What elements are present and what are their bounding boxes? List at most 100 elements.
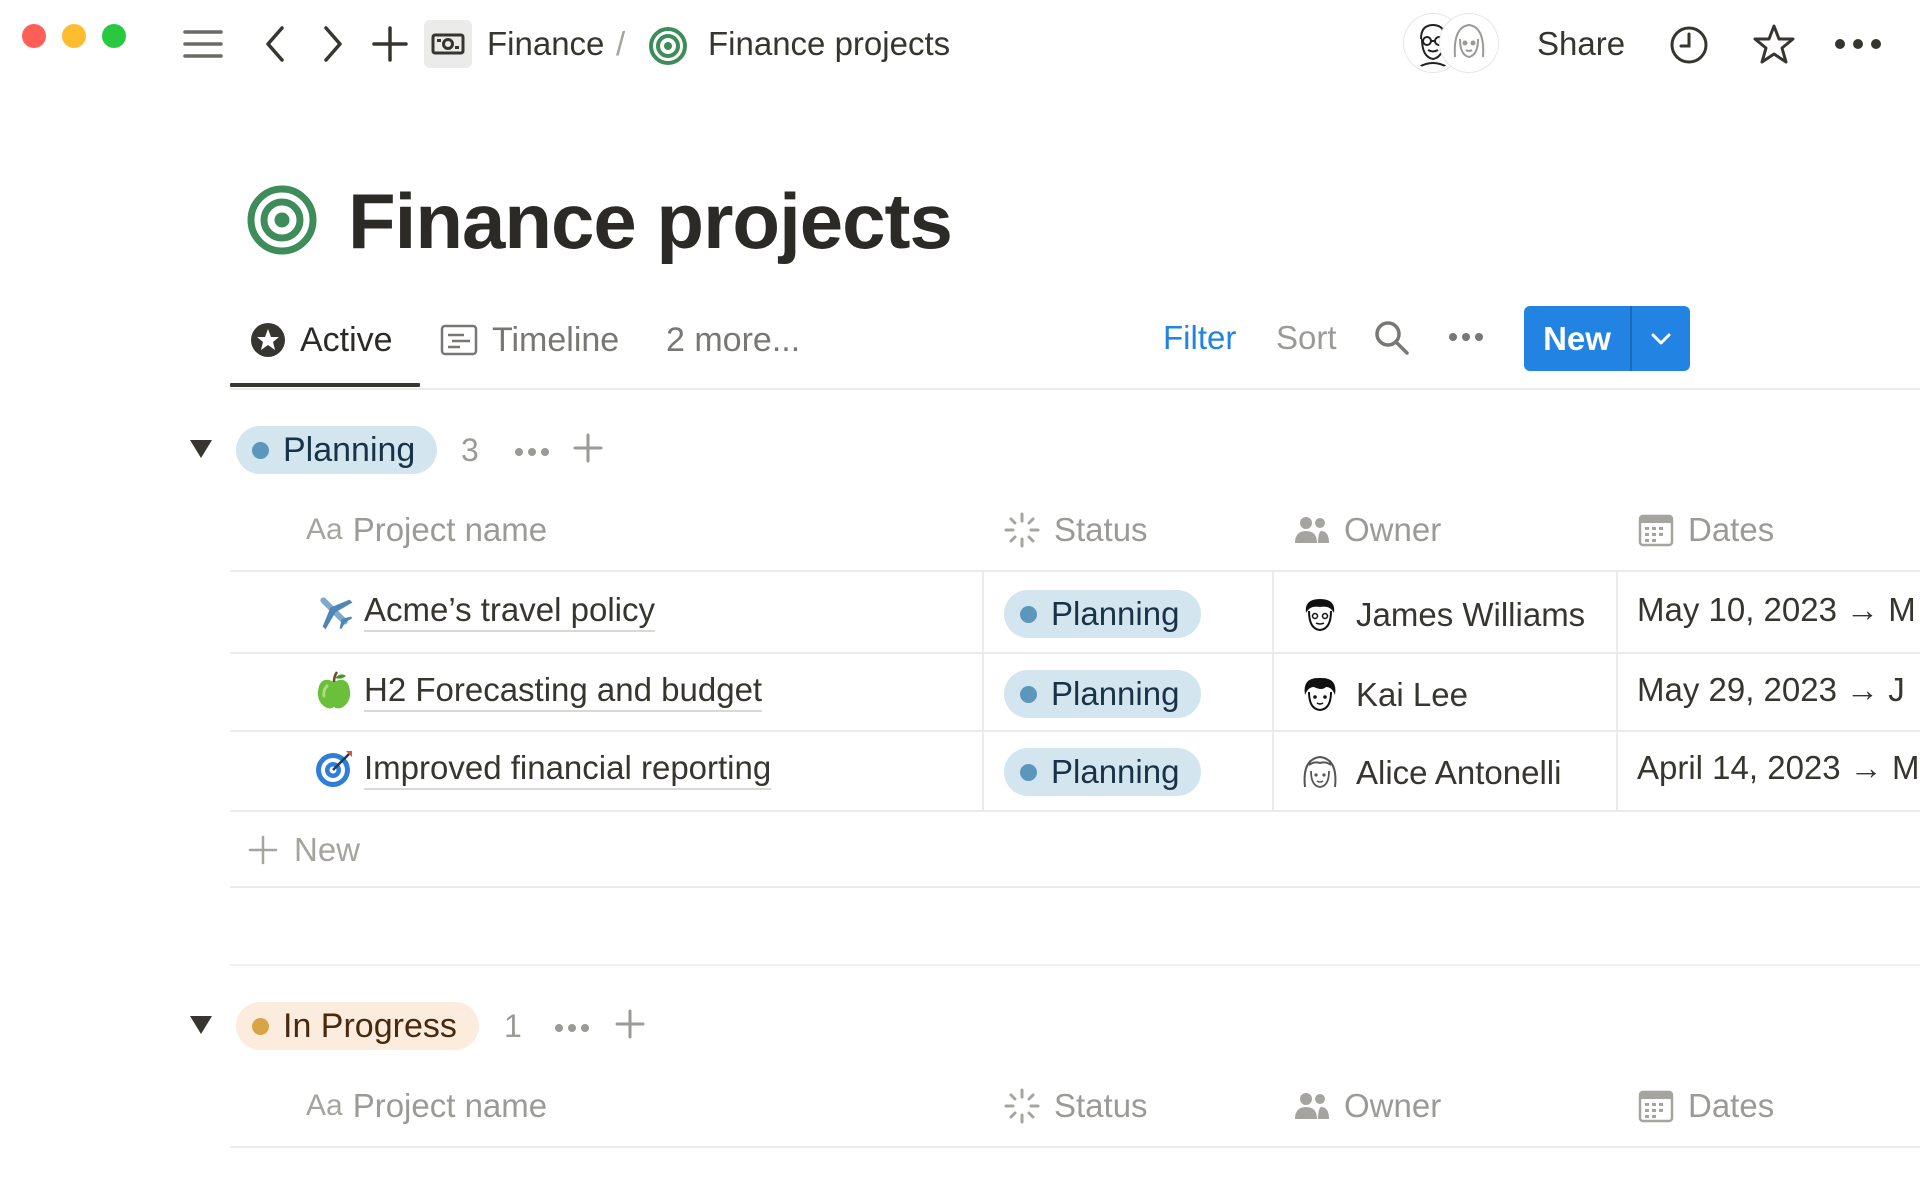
- column-header-status[interactable]: Status: [1004, 1084, 1148, 1128]
- divider: [230, 1146, 1920, 1148]
- group-count: 3: [461, 432, 479, 468]
- column-label: Dates: [1688, 511, 1775, 548]
- breadcrumb-separator: /: [616, 25, 626, 62]
- status-dot: [1020, 685, 1037, 703]
- text-type-icon: Aa: [306, 513, 343, 546]
- filter-button[interactable]: Filter: [1163, 316, 1236, 360]
- more-icon[interactable]: [1448, 332, 1484, 342]
- sort-button[interactable]: Sort: [1276, 316, 1337, 360]
- group-label-in-progress[interactable]: In Progress: [236, 1002, 479, 1050]
- text-type-icon: Aa: [306, 1089, 343, 1122]
- money-icon[interactable]: [424, 20, 472, 68]
- owner-cell[interactable]: Alice Antonelli: [1300, 748, 1561, 798]
- divider: [230, 570, 1920, 572]
- top-bar: Finance / Finance projects Share: [0, 0, 1920, 90]
- status-dot: [1020, 605, 1037, 623]
- forward-icon[interactable]: [320, 24, 346, 64]
- divider: [1272, 572, 1274, 810]
- airplane-icon: [312, 589, 356, 633]
- menu-icon[interactable]: [182, 24, 224, 64]
- more-icon[interactable]: [514, 444, 550, 462]
- back-icon[interactable]: [262, 24, 288, 64]
- star-icon[interactable]: [1752, 22, 1796, 66]
- owner-cell[interactable]: Kai Lee: [1300, 670, 1468, 720]
- more-icon[interactable]: [554, 1020, 590, 1038]
- status-label: Planning: [1051, 595, 1180, 632]
- chevron-down-icon[interactable]: [1632, 306, 1690, 371]
- people-icon: [1294, 1091, 1330, 1121]
- tab-more-views[interactable]: 2 more...: [666, 318, 800, 362]
- add-row-button[interactable]: New: [248, 828, 360, 872]
- calendar-icon: [1638, 513, 1674, 547]
- divider: [230, 388, 1920, 390]
- column-label: Owner: [1344, 1087, 1442, 1124]
- plus-icon: [248, 835, 278, 865]
- group-toggle-planning[interactable]: [188, 438, 214, 460]
- group-label-planning[interactable]: Planning: [236, 426, 438, 474]
- tab-label: Active: [300, 320, 393, 359]
- column-header-status[interactable]: Status: [1004, 508, 1148, 552]
- column-header-project-name[interactable]: Aa Project name: [306, 1084, 547, 1128]
- window-minimize-button[interactable]: [62, 24, 86, 48]
- column-header-owner[interactable]: Owner: [1294, 1084, 1441, 1128]
- plus-icon[interactable]: [572, 432, 604, 469]
- avatar: [1303, 755, 1337, 788]
- date-range[interactable]: May 10, 2023 → M: [1637, 588, 1920, 632]
- table-row[interactable]: H2 Forecasting and budget: [312, 666, 763, 716]
- avatar[interactable]: [1440, 14, 1498, 72]
- breadcrumb-parent[interactable]: Finance: [487, 22, 604, 66]
- table-row[interactable]: Acme’s travel policy: [312, 586, 655, 636]
- status-dot: [252, 1017, 269, 1035]
- people-icon: [1294, 515, 1330, 545]
- divider: [230, 810, 1920, 812]
- share-button[interactable]: Share: [1537, 22, 1625, 66]
- timeline-icon: [440, 324, 478, 356]
- new-button[interactable]: New: [1524, 306, 1690, 371]
- breadcrumb-current[interactable]: Finance projects: [708, 22, 950, 66]
- column-header-dates[interactable]: Dates: [1638, 1084, 1774, 1128]
- new-button-label[interactable]: New: [1524, 306, 1632, 371]
- status-badge[interactable]: Planning: [1004, 670, 1202, 718]
- status-loader-icon: [1004, 512, 1040, 548]
- column-header-owner[interactable]: Owner: [1294, 508, 1441, 552]
- tab-label: Timeline: [492, 320, 620, 359]
- table-row[interactable]: Improved financial reporting: [312, 744, 772, 794]
- clock-icon[interactable]: [1668, 24, 1710, 66]
- status-label: Planning: [1051, 753, 1180, 790]
- page-target-icon[interactable]: [246, 184, 318, 261]
- project-name: H2 Forecasting and budget: [364, 670, 763, 712]
- tab-timeline[interactable]: Timeline: [440, 318, 619, 362]
- search-icon[interactable]: [1374, 320, 1410, 356]
- status-dot: [252, 441, 269, 459]
- project-name: Acme’s travel policy: [364, 590, 655, 632]
- more-icon[interactable]: [1834, 38, 1882, 50]
- plus-icon[interactable]: [614, 1008, 646, 1045]
- date-range[interactable]: April 14, 2023 → M: [1637, 746, 1920, 790]
- owner-cell[interactable]: James Williams: [1300, 590, 1585, 640]
- window-zoom-button[interactable]: [102, 24, 126, 48]
- divider: [230, 652, 1920, 654]
- apple-icon: [312, 669, 356, 713]
- plus-icon[interactable]: [372, 24, 408, 64]
- column-label: Dates: [1688, 1087, 1775, 1124]
- window-close-button[interactable]: [22, 24, 46, 48]
- project-name: Improved financial reporting: [364, 748, 772, 790]
- group-name: In Progress: [283, 1006, 457, 1045]
- page-title: Finance projects: [348, 177, 953, 265]
- star-badge-icon: [250, 322, 286, 358]
- status-badge[interactable]: Planning: [1004, 590, 1202, 638]
- target-icon: [648, 26, 688, 66]
- status-dot: [1020, 763, 1037, 781]
- group-toggle-in-progress[interactable]: [188, 1014, 214, 1036]
- divider: [230, 730, 1920, 732]
- date-range[interactable]: May 29, 2023 → J: [1637, 668, 1920, 712]
- tab-active[interactable]: Active: [250, 318, 393, 362]
- avatar: [1305, 599, 1335, 632]
- column-label: Owner: [1344, 511, 1442, 548]
- status-loader-icon: [1004, 1088, 1040, 1124]
- column-header-dates[interactable]: Dates: [1638, 508, 1774, 552]
- status-label: Planning: [1051, 675, 1180, 712]
- avatar: [1304, 677, 1336, 712]
- status-badge[interactable]: Planning: [1004, 748, 1202, 796]
- column-header-project-name[interactable]: Aa Project name: [306, 508, 547, 552]
